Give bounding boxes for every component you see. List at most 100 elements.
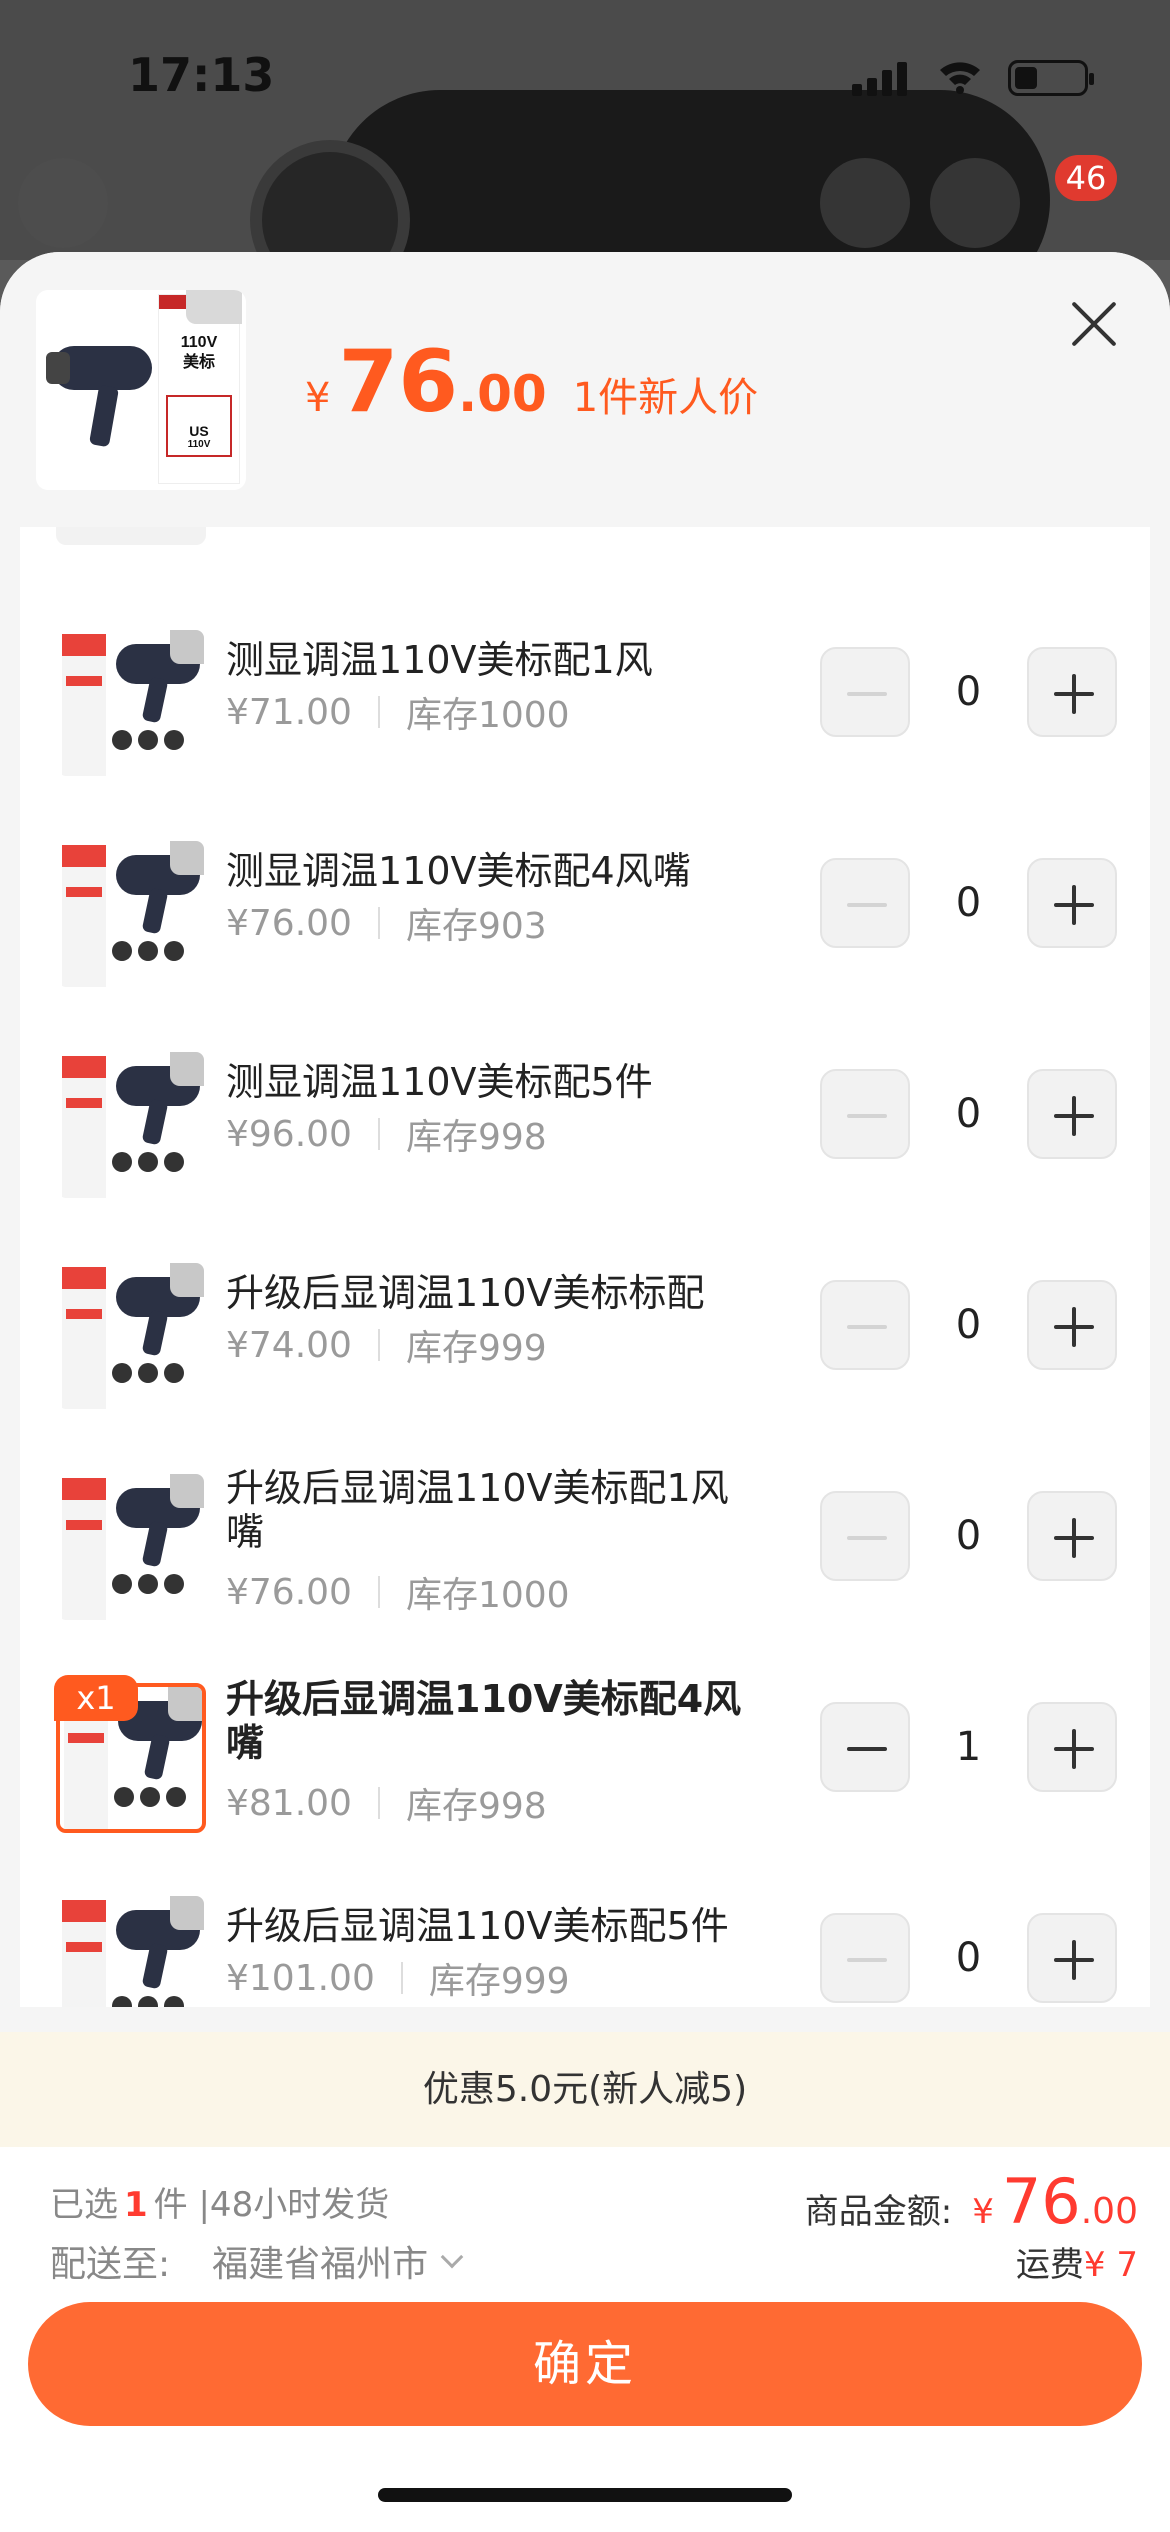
divider — [377, 1787, 380, 1819]
quantity-stepper[interactable]: 0 — [820, 1913, 1130, 2003]
variant-stock: 库存999 — [428, 1961, 570, 2002]
total-integer: 76 — [1001, 2165, 1081, 2238]
quantity-stepper[interactable]: 0 — [820, 1069, 1130, 1159]
quantity-stepper[interactable]: 0 — [820, 647, 1130, 737]
ship-label: 配送至: — [50, 2244, 171, 2285]
variant-thumbnail[interactable] — [56, 1261, 206, 1411]
decrease-quantity-button[interactable] — [820, 1491, 910, 1581]
divider — [377, 1576, 380, 1608]
variant-stock: 库存998 — [405, 1117, 547, 1158]
variant-name: 升级后显调温110V美标配5件 — [226, 1904, 729, 1948]
divider — [377, 1329, 380, 1361]
increase-quantity-button[interactable] — [1027, 647, 1117, 737]
quantity-stepper[interactable]: 0 — [820, 1280, 1130, 1370]
variant-meta: ¥81.00 库存998 — [226, 1777, 547, 1829]
quantity-value: 0 — [955, 1513, 982, 1559]
status-bar: 17:13 — [0, 0, 1170, 150]
quantity-value: 0 — [955, 880, 982, 926]
increase-quantity-button[interactable] — [1027, 1702, 1117, 1792]
chevron-down-icon[interactable] — [440, 2245, 464, 2269]
order-footer: 已选 1 件 |48小时发货 配送至: 福建省福州市 商品金额: ¥ 76 .00 … — [0, 2147, 1170, 2532]
selected-count: 1 — [124, 2185, 148, 2225]
variant-stock: 库存1000 — [405, 1575, 570, 1616]
freight-fee: 运费¥ 7 — [1015, 2245, 1138, 2285]
variant-thumbnail[interactable] — [56, 839, 206, 989]
increase-quantity-button[interactable] — [1027, 1491, 1117, 1581]
quantity-badge: x1 — [54, 1675, 138, 1721]
new-user-price-tag: 1件新人价 — [572, 375, 759, 421]
quantity-stepper[interactable]: 1 — [820, 1702, 1130, 1792]
variant-price: ¥101.00 — [226, 1957, 375, 1999]
battery-icon — [1008, 60, 1094, 96]
variant-price: ¥74.00 — [226, 1324, 352, 1366]
variant-thumbnail[interactable] — [56, 1472, 206, 1622]
increase-quantity-button[interactable] — [1027, 1913, 1117, 2003]
plug-type-box: US 110V — [166, 395, 232, 457]
increase-quantity-button[interactable] — [1027, 1069, 1117, 1159]
variant-meta: ¥74.00 库存999 — [226, 1319, 547, 1371]
variant-thumbnail[interactable] — [56, 1050, 206, 1200]
close-icon[interactable] — [1068, 300, 1122, 354]
variant-stock: 库存998 — [405, 1786, 547, 1827]
header-price: ¥ 76 .00 1件新人价 — [305, 332, 758, 432]
decrease-quantity-button[interactable] — [820, 1913, 910, 2003]
wifi-icon — [940, 62, 980, 94]
decrease-quantity-button[interactable] — [820, 858, 910, 948]
quantity-stepper[interactable]: 0 — [820, 1491, 1130, 1581]
price-integer: 76 — [338, 332, 459, 432]
total-currency: ¥ — [972, 2192, 994, 2232]
quantity-value: 0 — [955, 669, 982, 715]
variant-thumbnail[interactable] — [56, 628, 206, 778]
variant-row[interactable]: 测显调温110V美标配5件 ¥96.00 库存998 0 — [20, 1024, 1150, 1224]
price-decimal: .00 — [458, 365, 547, 423]
variant-list[interactable]: 测显调温110V美标配1风 ¥71.00 库存1000 0 测显调温110V美标配4风嘴… — [20, 527, 1150, 2007]
divider — [377, 907, 380, 939]
image-corner-tag — [186, 290, 242, 324]
total-decimal: .00 — [1080, 2191, 1138, 2232]
price-currency: ¥ — [305, 375, 331, 421]
shipping-destination[interactable]: 配送至: 福建省福州市 — [50, 2235, 464, 2287]
variant-name: 测显调温110V美标配1风 — [226, 638, 653, 682]
decrease-quantity-button[interactable] — [820, 1069, 910, 1159]
variant-meta: ¥76.00 库存1000 — [226, 1566, 570, 1618]
quantity-value: 0 — [955, 1935, 982, 1981]
cellular-signal-icon — [852, 60, 912, 96]
partial-variant-thumb — [56, 527, 206, 545]
selected-product-image[interactable]: 110V 美标 US 110V — [36, 290, 246, 490]
back-button[interactable] — [18, 158, 108, 248]
cart-count-badge: 46 — [1055, 155, 1117, 201]
variant-name: 升级后显调温110V美标标配 — [226, 1271, 705, 1315]
variant-price: ¥76.00 — [226, 902, 352, 944]
variant-thumbnail[interactable] — [56, 1894, 206, 2007]
variant-row[interactable]: 升级后显调温110V美标配1风嘴 ¥76.00 库存1000 0 — [20, 1446, 1150, 1646]
variant-row[interactable]: x1 升级后显调温110V美标配4风嘴 ¥81.00 库存998 1 — [20, 1657, 1150, 1857]
quantity-stepper[interactable]: 0 — [820, 858, 1130, 948]
confirm-button[interactable]: 确定 — [28, 2302, 1142, 2426]
quantity-value: 0 — [955, 1302, 982, 1348]
divider — [377, 1118, 380, 1150]
status-time: 17:13 — [128, 48, 275, 102]
quantity-value: 1 — [955, 1724, 982, 1770]
home-indicator — [378, 2488, 792, 2502]
increase-quantity-button[interactable] — [1027, 858, 1117, 948]
cart-button[interactable] — [820, 158, 910, 248]
variant-price: ¥71.00 — [226, 691, 352, 733]
decrease-quantity-button[interactable] — [820, 647, 910, 737]
variant-row[interactable]: 升级后显调温110V美标配5件 ¥101.00 库存999 0 — [20, 1868, 1150, 2007]
variant-row[interactable]: 测显调温110V美标配4风嘴 ¥76.00 库存903 0 — [20, 813, 1150, 1013]
sku-selector-sheet: 110V 美标 US 110V ¥ 76 .00 1件新人价 测显调温110V美… — [0, 252, 1170, 2532]
variant-meta: ¥76.00 库存903 — [226, 897, 547, 949]
variant-row[interactable]: 升级后显调温110V美标标配 ¥74.00 库存999 0 — [20, 1235, 1150, 1435]
variant-stock: 库存999 — [405, 1328, 547, 1369]
increase-quantity-button[interactable] — [1027, 1280, 1117, 1370]
variant-price: ¥96.00 — [226, 1113, 352, 1155]
decrease-quantity-button[interactable] — [820, 1702, 910, 1792]
variant-row[interactable]: 测显调温110V美标配1风 ¥71.00 库存1000 0 — [20, 602, 1150, 802]
decrease-quantity-button[interactable] — [820, 1280, 910, 1370]
variant-price: ¥76.00 — [226, 1571, 352, 1613]
selection-summary: 已选 1 件 |48小时发货 — [50, 2185, 390, 2225]
share-button[interactable] — [930, 158, 1020, 248]
variant-name: 测显调温110V美标配4风嘴 — [226, 849, 691, 893]
ship-city[interactable]: 福建省福州市 — [212, 2235, 428, 2287]
variant-name: 升级后显调温110V美标配4风嘴 — [226, 1677, 742, 1765]
